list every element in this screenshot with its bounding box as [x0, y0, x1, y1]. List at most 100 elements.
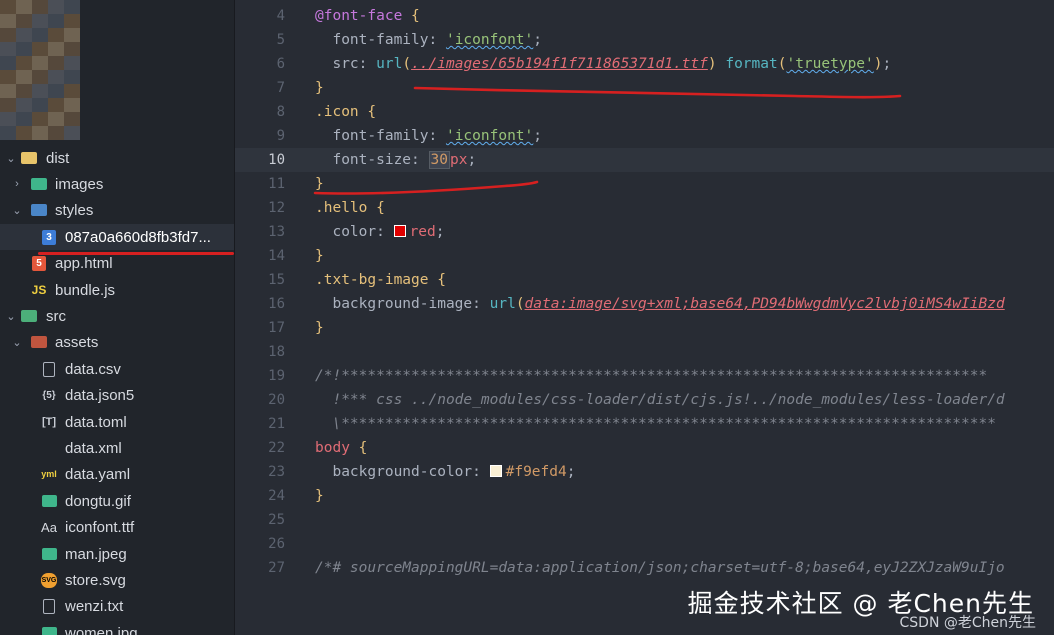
color-swatch[interactable]: [489, 465, 502, 477]
code-line[interactable]: 8 .icon {: [235, 100, 1054, 124]
code-token: url: [489, 296, 516, 312]
code-line[interactable]: 15 .txt-bg-image {: [235, 268, 1054, 292]
code-line[interactable]: 14}: [235, 244, 1054, 268]
tree-item-9[interactable]: {5} data.json5: [0, 382, 234, 408]
tree-item-label: dongtu.gif: [65, 492, 131, 510]
line-number: 17: [268, 320, 285, 336]
code-text: }: [315, 484, 324, 508]
tree-item-13[interactable]: dongtu.gif: [0, 488, 234, 514]
code-token: background-image: [315, 296, 473, 312]
red-annotation-underline-sidebar: [38, 252, 234, 255]
tree-item-5[interactable]: JS bundle.js: [0, 277, 234, 303]
tree-item-label: data.yaml: [65, 465, 131, 483]
chevron-down-icon[interactable]: ⌄: [4, 152, 18, 165]
tree-item-2[interactable]: ⌄ styles: [0, 197, 234, 223]
tree-item-label: data.xml: [65, 439, 122, 457]
code-line[interactable]: 16 background-image: url(data:image/svg+…: [235, 292, 1054, 316]
tree-item-label: assets: [55, 333, 99, 351]
folder-icon: [20, 150, 38, 166]
code-token: src: [315, 56, 359, 72]
line-number: 4: [276, 8, 285, 24]
code-line[interactable]: 24}: [235, 484, 1054, 508]
color-swatch[interactable]: [393, 225, 406, 237]
tree-item-6[interactable]: ⌄ src: [0, 303, 234, 329]
images-folder-icon: [30, 176, 48, 192]
tree-item-7[interactable]: ⌄ assets: [0, 329, 234, 355]
code-token: red: [409, 224, 436, 240]
code-token: :: [472, 296, 490, 312]
tree-item-18[interactable]: women.jpg: [0, 620, 234, 635]
file-explorer-sidebar: ⌄ dist › images ⌄ styles 3 087a0a660d8fb3fd7...…: [0, 0, 235, 635]
code-editor[interactable]: 4 @font-face {5 font-family: 'iconfont'; 6…: [235, 0, 1054, 635]
line-number: 6: [276, 56, 285, 72]
yaml-file-icon: yml: [41, 469, 57, 479]
tree-item-16[interactable]: SVG store.svg: [0, 567, 234, 593]
tree-item-11[interactable]: data.xml: [0, 435, 234, 461]
code-token: ;: [566, 464, 576, 480]
tree-item-17[interactable]: wenzi.txt: [0, 593, 234, 619]
code-line[interactable]: 23 background-color: #f9efd4;: [235, 460, 1054, 484]
code-line[interactable]: 9 font-family: 'iconfont';: [235, 124, 1054, 148]
chevron-down-icon[interactable]: ⌄: [10, 336, 24, 349]
code-line[interactable]: 19 /*!***********************************…: [235, 364, 1054, 388]
code-line[interactable]: 21 \************************************…: [235, 412, 1054, 436]
line-number: 27: [268, 560, 285, 576]
code-token: ../images/65b194f1f711865371d1.ttf: [411, 56, 708, 72]
line-number: 12: [268, 200, 285, 216]
watermark-csdn: CSDN @老Chen先生: [899, 615, 1037, 631]
code-line[interactable]: 4 @font-face {: [235, 4, 1054, 28]
line-number: 10: [268, 152, 285, 168]
code-text: .txt-bg-image {: [315, 268, 446, 292]
line-number: 16: [268, 296, 285, 312]
line-number: 14: [268, 248, 285, 264]
code-line[interactable]: 6 src: url(../images/65b194f1f711865371d…: [235, 52, 1054, 76]
code-token: {: [376, 200, 385, 216]
line-number: 9: [276, 128, 285, 144]
js-file-icon: JS: [31, 283, 47, 297]
code-line[interactable]: 27 /*# sourceMappingURL=data:application/…: [235, 556, 1054, 580]
line-number: 8: [276, 104, 285, 120]
code-text: }: [315, 172, 324, 196]
code-text: /*# sourceMappingURL=data:application/js…: [315, 556, 1005, 580]
tree-item-1[interactable]: › images: [0, 171, 234, 197]
tree-item-15[interactable]: man.jpeg: [0, 541, 234, 567]
code-line[interactable]: 22 body {: [235, 436, 1054, 460]
code-line[interactable]: 10 font-size: 30 px;: [235, 148, 1054, 172]
tree-item-label: src: [46, 307, 66, 325]
code-line[interactable]: 20 !*** css ../node_modules/css-loader/d…: [235, 388, 1054, 412]
tree-item-10[interactable]: [T] data.toml: [0, 409, 234, 435]
chevron-down-icon[interactable]: ⌄: [4, 310, 18, 323]
code-token: :: [428, 32, 446, 48]
tree-item-0[interactable]: ⌄ dist: [0, 145, 234, 171]
code-token: .txt-bg-image: [315, 272, 429, 288]
chevron-right-icon[interactable]: ›: [10, 178, 24, 190]
tree-item-label: iconfont.ttf: [65, 518, 135, 536]
code-text: body {: [315, 436, 367, 460]
code-line[interactable]: 26: [235, 532, 1054, 556]
code-line[interactable]: 17}: [235, 316, 1054, 340]
code-line[interactable]: 7}: [235, 76, 1054, 100]
code-line[interactable]: 5 font-family: 'iconfont';: [235, 28, 1054, 52]
code-line[interactable]: 18: [235, 340, 1054, 364]
chevron-down-icon[interactable]: ⌄: [10, 204, 24, 217]
tree-item-14[interactable]: Aa iconfont.ttf: [0, 514, 234, 540]
tree-item-label: man.jpeg: [65, 545, 127, 563]
tree-item-3[interactable]: 3 087a0a660d8fb3fd7...: [0, 224, 234, 250]
code-token: 'iconfont': [445, 32, 534, 48]
code-line[interactable]: 13 color: red;: [235, 220, 1054, 244]
code-token: @font-face: [315, 8, 403, 24]
code-line[interactable]: 12 .hello {: [235, 196, 1054, 220]
code-token: font-size: [315, 152, 412, 168]
code-token: data:image/svg+xml;base64,PD94bWwgdmVyc2…: [524, 296, 1005, 312]
code-line[interactable]: 25: [235, 508, 1054, 532]
code-token: :: [472, 464, 490, 480]
code-line[interactable]: 11}: [235, 172, 1054, 196]
line-number: 21: [268, 416, 285, 432]
tree-item-8[interactable]: data.csv: [0, 356, 234, 382]
code-token: background-color: [315, 464, 473, 480]
json-file-icon: {5}: [42, 389, 56, 401]
tree-item-12[interactable]: yml data.yaml: [0, 461, 234, 487]
